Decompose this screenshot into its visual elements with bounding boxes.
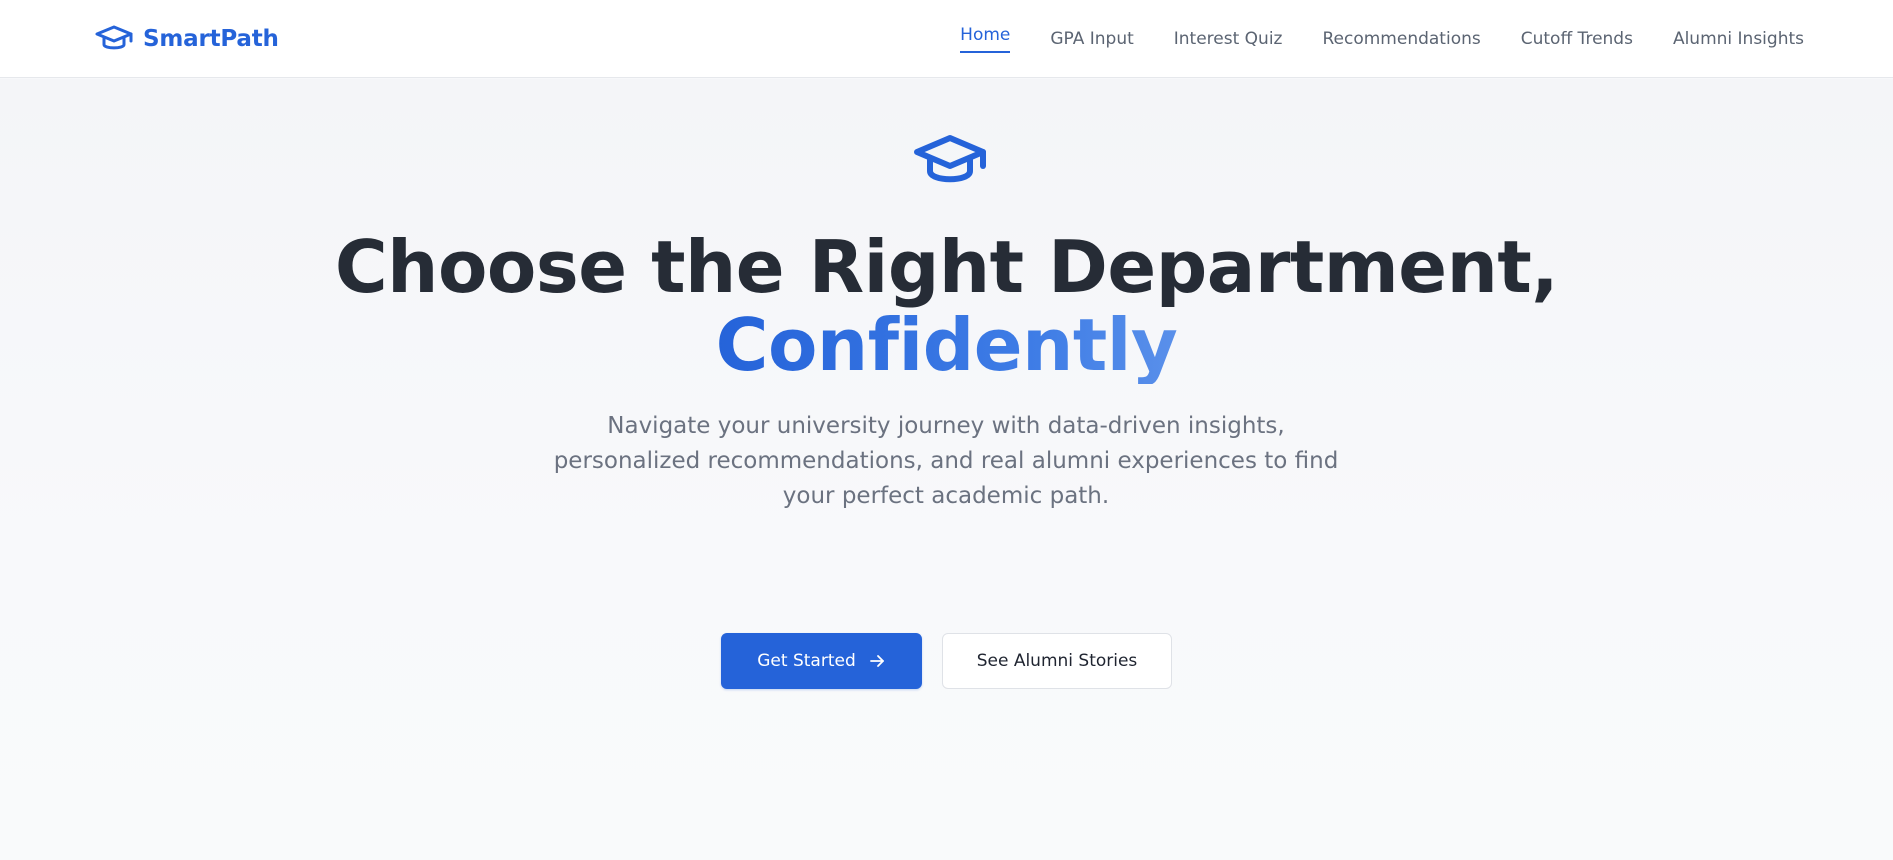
brand-logo-link[interactable]: SmartPath xyxy=(95,20,279,58)
nav-item-home[interactable]: Home xyxy=(960,21,1011,53)
arrow-right-icon xyxy=(868,652,886,670)
get-started-label: Get Started xyxy=(757,651,856,671)
nav-item-cutoff-trends[interactable]: Cutoff Trends xyxy=(1521,25,1633,53)
headline-accent-word: Confidently xyxy=(715,303,1178,387)
nav-item-recommendations[interactable]: Recommendations xyxy=(1322,25,1480,53)
brand-name: SmartPath xyxy=(143,26,279,52)
top-navigation-bar: SmartPath Home GPA Input Interest Quiz R… xyxy=(0,0,1893,78)
see-alumni-stories-button[interactable]: See Alumni Stories xyxy=(942,633,1172,689)
see-alumni-stories-label: See Alumni Stories xyxy=(976,651,1138,671)
nav-item-gpa-input[interactable]: GPA Input xyxy=(1050,25,1133,53)
hero-subtitle: Navigate your university journey with da… xyxy=(553,413,1339,509)
headline-line-1: Choose the Right Department, xyxy=(334,225,1559,309)
main-nav: Home GPA Input Interest Quiz Recommendat… xyxy=(960,0,1804,78)
graduation-cap-icon xyxy=(912,132,988,188)
nav-item-interest-quiz[interactable]: Interest Quiz xyxy=(1174,25,1283,53)
hero-headline: Choose the Right Department, Confidently xyxy=(0,228,1893,384)
cta-button-row: Get Started See Alumni Stories xyxy=(0,633,1893,689)
nav-item-alumni-insights[interactable]: Alumni Insights xyxy=(1673,25,1804,53)
get-started-button[interactable]: Get Started xyxy=(721,633,922,689)
graduation-cap-icon xyxy=(95,24,133,54)
